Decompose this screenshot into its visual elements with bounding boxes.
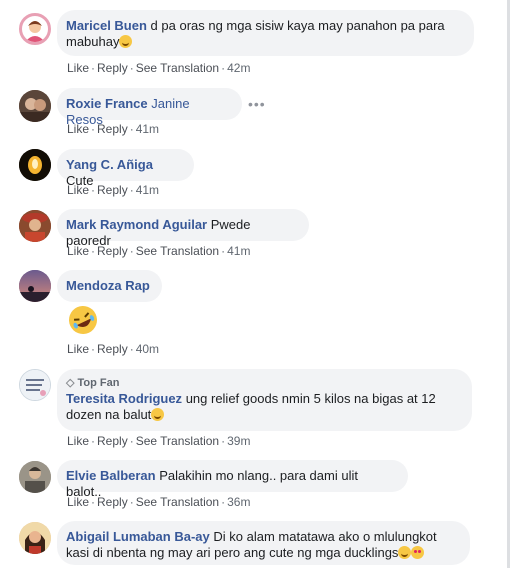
reply-button[interactable]: Reply <box>97 434 128 448</box>
reply-button[interactable]: Reply <box>97 244 128 258</box>
comment-text-line2: mabuhay <box>66 34 120 49</box>
timestamp[interactable]: 40m <box>136 342 159 356</box>
avatar[interactable] <box>19 13 51 45</box>
like-button[interactable]: Like <box>67 244 89 258</box>
comment-bubble: Roxie France Janine Resos <box>57 88 242 127</box>
like-button[interactable]: Like <box>67 122 89 136</box>
timestamp[interactable]: 42m <box>227 61 250 75</box>
reply-button[interactable]: Reply <box>97 495 128 509</box>
timestamp[interactable]: 41m <box>136 122 159 136</box>
avatar[interactable] <box>19 461 51 493</box>
comment-bubble: Yang C. Añiga Cute <box>57 149 194 188</box>
comment-bubble: ◇ Top Fan Teresita Rodriguez ung relief … <box>57 369 472 431</box>
grinning-emoji-icon <box>119 35 133 48</box>
comment-bubble: Mendoza Rap <box>57 270 162 302</box>
laughing-emoji-icon <box>67 304 99 336</box>
author-name[interactable]: Mendoza Rap <box>66 278 150 293</box>
more-options-icon[interactable]: ••• <box>248 96 266 112</box>
reply-button[interactable]: Reply <box>97 61 128 75</box>
reply-button[interactable]: Reply <box>97 122 128 136</box>
author-name[interactable]: Abigail Lumaban Ba-ay <box>66 529 210 544</box>
like-button[interactable]: Like <box>67 183 89 197</box>
avatar[interactable] <box>19 522 51 554</box>
comment-bubble: Abigail Lumaban Ba-ay Di ko alam matataw… <box>57 521 470 565</box>
like-button[interactable]: Like <box>67 342 89 356</box>
see-translation-link[interactable]: See Translation <box>136 244 219 258</box>
top-fan-badge: ◇ Top Fan <box>66 377 120 389</box>
grinning-emoji-icon <box>398 546 412 559</box>
timestamp[interactable]: 41m <box>227 244 250 258</box>
author-name[interactable]: Mark Raymond Aguilar <box>66 217 207 232</box>
timestamp[interactable]: 39m <box>227 434 250 448</box>
author-name[interactable]: Teresita Rodriguez <box>66 391 182 406</box>
comment-text: ung relief goods nmin 5 kilos na bigas a… <box>185 391 436 406</box>
like-button[interactable]: Like <box>67 61 89 75</box>
comment-bubble: Elvie Balberan Palakihin mo nlang.. para… <box>57 460 408 499</box>
timestamp[interactable]: 36m <box>227 495 250 509</box>
grinning-emoji-icon <box>151 408 165 421</box>
avatar[interactable] <box>19 369 51 401</box>
see-translation-link[interactable]: See Translation <box>136 434 219 448</box>
comment-text-line2: dozen na balut <box>66 407 152 422</box>
comment-bubble: Mark Raymond Aguilar Pwede paoredr <box>57 209 309 248</box>
comment-bubble: Maricel Buen d pa oras ng mga sisiw kaya… <box>57 10 474 56</box>
comment-text: Di ko alam matatawa ako o mlulungkot <box>213 529 437 544</box>
avatar[interactable] <box>19 210 51 242</box>
avatar[interactable] <box>19 90 51 122</box>
author-name[interactable]: Yang C. Añiga <box>66 157 153 172</box>
see-translation-link[interactable]: See Translation <box>136 61 219 75</box>
diamond-icon: ◇ <box>66 377 75 389</box>
author-name[interactable]: Maricel Buen <box>66 18 147 33</box>
see-translation-link[interactable]: See Translation <box>136 495 219 509</box>
reply-button[interactable]: Reply <box>97 342 128 356</box>
comment-text-line2: kasi di nbenta ng may ari pero ang cute … <box>66 545 399 560</box>
heart-eyes-emoji-icon <box>411 546 425 559</box>
avatar[interactable] <box>19 149 51 181</box>
timestamp[interactable]: 41m <box>136 183 159 197</box>
comment-text: d pa oras ng mga sisiw kaya may panahon … <box>150 18 445 33</box>
avatar[interactable] <box>19 270 51 302</box>
author-name[interactable]: Elvie Balberan <box>66 468 156 483</box>
reply-button[interactable]: Reply <box>97 183 128 197</box>
like-button[interactable]: Like <box>67 434 89 448</box>
author-name[interactable]: Roxie France <box>66 96 148 111</box>
like-button[interactable]: Like <box>67 495 89 509</box>
